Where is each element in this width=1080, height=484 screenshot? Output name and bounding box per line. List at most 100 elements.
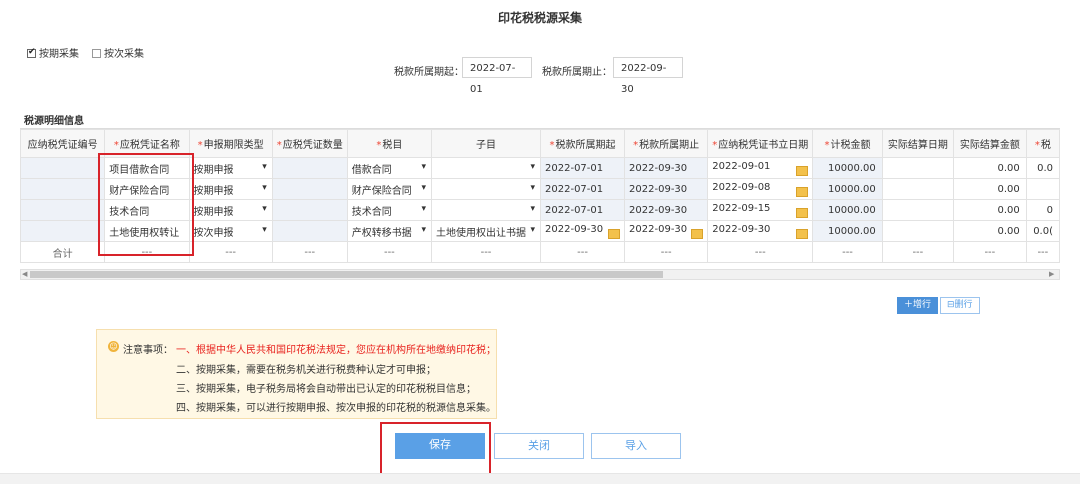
calendar-icon[interactable] [691, 228, 704, 239]
column-header-label: 实际结算日期 [887, 140, 948, 151]
tax-item-select[interactable]: 财产保险合同 [346, 178, 433, 200]
period-start-cell[interactable]: 2022-09-30 [540, 220, 626, 242]
sign-date-cell[interactable]: 2022-09-30 [707, 220, 814, 242]
delete-row-button[interactable]: ⊟删行 [940, 297, 980, 314]
total-placeholder-text: --- [577, 246, 588, 258]
by-period-checkbox[interactable]: 按期采集 [27, 45, 79, 60]
notice-line-2: 二、按期采集，需要在税务机关进行税费种认定才可申报； [176, 365, 436, 376]
scroll-right-arrow-icon[interactable]: ▶ [1049, 270, 1054, 278]
voucher-count-cell[interactable] [271, 178, 348, 200]
tax-item-select[interactable]: 借款合同 [346, 157, 433, 179]
voucher-number-cell[interactable] [20, 178, 106, 200]
voucher-count-cell[interactable] [271, 199, 348, 221]
settle-amount-cell[interactable]: 0.00 [952, 199, 1027, 221]
period-type-select-text: 按次申报 [193, 227, 234, 239]
tax-item-select[interactable]: 技术合同 [346, 199, 433, 221]
tax-amount-cell[interactable]: 10000.00 [812, 220, 883, 242]
tax-amount-cell[interactable]: 10000.00 [812, 178, 883, 200]
period-end-cell[interactable]: 2022-09-30 [624, 157, 709, 179]
column-header-label: 子目 [476, 140, 497, 151]
total-placeholder-text: --- [304, 246, 316, 258]
settle-date-cell[interactable] [881, 220, 954, 242]
period-type-select[interactable]: 按期申报 [188, 178, 273, 200]
tax-amount-cell-text: 10000.00 [828, 204, 876, 216]
notice-line-1: 一、根据中华人民共和国印花税法规定，您应在机构所在地缴纳印花税； [176, 345, 496, 356]
voucher-number-cell[interactable] [20, 220, 106, 242]
column-header-label: 税款所属期止 [639, 140, 700, 151]
import-button[interactable]: 导入 [591, 433, 681, 459]
period-type-select[interactable]: 按期申报 [188, 199, 273, 221]
voucher-count-cell[interactable] [271, 220, 348, 242]
settle-amount-cell[interactable]: 0.00 [952, 220, 1027, 242]
period-end-cell-text: 2022-09-30 [629, 162, 688, 174]
total-placeholder: --- [431, 241, 542, 263]
total-placeholder-text: --- [754, 246, 766, 258]
settle-date-cell[interactable] [881, 199, 954, 221]
voucher-number-cell[interactable] [20, 157, 106, 179]
period-end-cell[interactable]: 2022-09-30 [624, 178, 709, 200]
calendar-icon[interactable] [796, 228, 809, 239]
period-start-cell[interactable]: 2022-07-01 [540, 199, 626, 221]
settle-amount-cell[interactable]: 0.00 [952, 178, 1027, 200]
required-marker: * [276, 140, 282, 151]
by-count-checkbox[interactable]: 按次采集 [92, 45, 144, 60]
total-placeholder-text: --- [660, 246, 672, 258]
column-header: *税 [1025, 129, 1060, 158]
period-end-cell[interactable]: 2022-09-30 [624, 199, 709, 221]
column-header: *申报期限类型 [188, 129, 273, 158]
sub-item-select[interactable]: 土地使用权出让书据 [431, 220, 542, 242]
settle-date-cell[interactable] [881, 157, 954, 179]
by-period-label: 按期采集 [39, 49, 79, 60]
column-header-label: 税目 [382, 140, 403, 151]
column-header: *税目 [346, 129, 433, 158]
settle-amount-cell[interactable]: 0.00 [952, 157, 1027, 179]
sign-date-cell[interactable]: 2022-09-01 [707, 157, 814, 179]
calendar-icon[interactable] [796, 165, 809, 176]
sub-item-select[interactable] [431, 178, 542, 200]
add-row-label: 增行 [913, 300, 932, 310]
scrollbar-thumb[interactable] [30, 271, 663, 278]
save-highlight-box [380, 422, 491, 479]
tax-cell-text: 0 [1046, 204, 1053, 216]
period-start-field[interactable]: 2022-07-01 [462, 57, 532, 95]
section-title: 税源明细信息 [24, 116, 84, 127]
period-start-cell-text: 2022-07-01 [545, 183, 604, 195]
period-type-select-text: 按期申报 [193, 164, 234, 176]
tax-item-select[interactable]: 产权转移书据 [346, 220, 433, 242]
period-start-label: 税款所属期起： [394, 67, 464, 78]
total-placeholder-text: --- [912, 246, 924, 258]
column-header-label: 应税凭证数量 [282, 140, 343, 151]
voucher-number-cell[interactable] [20, 199, 106, 221]
period-start-cell[interactable]: 2022-07-01 [540, 178, 626, 200]
sign-date-cell[interactable]: 2022-09-08 [707, 178, 814, 200]
total-placeholder: --- [540, 241, 626, 263]
sign-date-cell[interactable]: 2022-09-15 [707, 199, 814, 221]
column-header: 子目 [431, 129, 542, 158]
sub-item-select[interactable] [431, 199, 542, 221]
calendar-icon[interactable] [796, 207, 809, 218]
total-placeholder: --- [812, 241, 883, 263]
period-end-cell[interactable]: 2022-09-30 [624, 220, 709, 242]
period-type-select[interactable]: 按期申报 [188, 157, 273, 179]
total-placeholder: --- [1025, 241, 1060, 263]
scroll-left-arrow-icon[interactable]: ◀ [22, 270, 27, 278]
period-type-select[interactable]: 按次申报 [188, 220, 273, 242]
tax-item-select-text: 产权转移书据 [351, 227, 412, 239]
calendar-icon[interactable] [608, 228, 621, 239]
period-start-cell[interactable]: 2022-07-01 [540, 157, 626, 179]
calendar-icon[interactable] [796, 186, 809, 197]
required-marker: * [633, 140, 639, 151]
period-end-field[interactable]: 2022-09-30 [613, 57, 683, 95]
settle-date-cell[interactable] [881, 178, 954, 200]
total-placeholder-text: --- [225, 246, 237, 258]
sub-item-select[interactable] [431, 157, 542, 179]
checkbox-unchecked-icon[interactable] [92, 49, 101, 58]
column-header-label: 税 [1040, 140, 1051, 151]
close-button[interactable]: 关闭 [494, 433, 584, 459]
add-row-button[interactable]: ＋增行 [897, 297, 939, 314]
voucher-count-cell[interactable] [271, 157, 348, 179]
tax-amount-cell[interactable]: 10000.00 [812, 199, 883, 221]
tax-amount-cell[interactable]: 10000.00 [812, 157, 883, 179]
page-title: 印花税税源采集 [497, 11, 582, 25]
checkbox-checked-icon[interactable] [27, 47, 36, 58]
